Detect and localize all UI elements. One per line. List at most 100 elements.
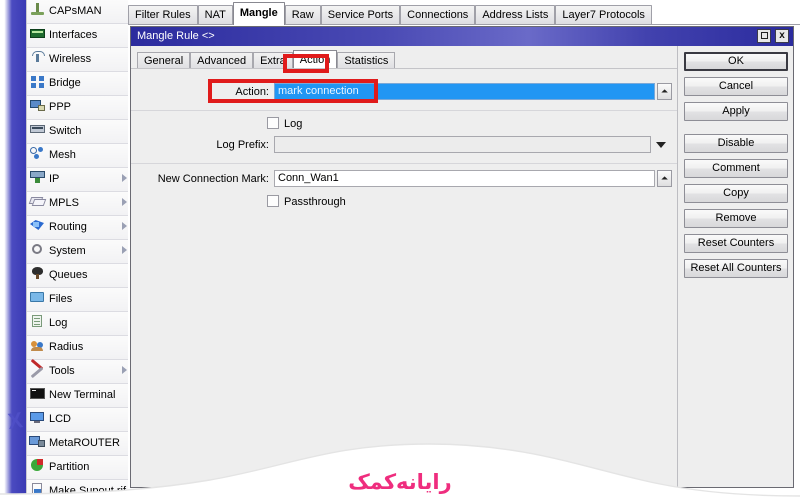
sidebar-item-system[interactable]: System [27, 240, 130, 264]
tab-filter-rules[interactable]: Filter Rules [128, 5, 198, 25]
radius-users-icon [29, 338, 46, 353]
section-divider [131, 110, 677, 111]
dialog-button-panel: OK Cancel Apply Disable Comment Copy Rem… [678, 46, 793, 487]
sidebar-item-label: IP [49, 173, 60, 185]
routing-icon [29, 218, 46, 233]
dialog-tab-bar: General Advanced Extra Action Statistics [137, 49, 396, 69]
tab-service-ports[interactable]: Service Ports [320, 5, 401, 25]
cancel-button[interactable]: Cancel [684, 77, 788, 96]
new-connection-mark-row: New Connection Mark: Conn_Wan1 ⏶ [131, 170, 677, 190]
tab-nat[interactable]: NAT [197, 5, 233, 25]
tab-address-lists[interactable]: Address Lists [475, 5, 556, 25]
passthrough-row: Passthrough [131, 194, 677, 210]
chevron-down-icon[interactable] [656, 142, 666, 148]
tab-general[interactable]: General [137, 52, 191, 69]
tab-mangle[interactable]: Mangle [232, 2, 285, 25]
sidebar-item-switch[interactable]: Switch [27, 120, 130, 144]
sidebar-item-log[interactable]: Log [27, 312, 130, 336]
ppp-icon [29, 98, 46, 113]
sidebar-item-mesh[interactable]: Mesh [27, 144, 130, 168]
log-row: Log [131, 116, 677, 132]
sidebar-item-routing[interactable]: Routing [27, 216, 130, 240]
reset-counters-button[interactable]: Reset Counters [684, 234, 788, 253]
comment-button[interactable]: Comment [684, 159, 788, 178]
action-row: Action: mark connection ⏶ [131, 83, 677, 103]
reset-all-counters-button[interactable]: Reset All Counters [684, 259, 788, 278]
chevron-right-icon [122, 174, 127, 182]
mangle-rule-dialog: Mangle Rule <> x General Advanced Extra … [130, 26, 794, 488]
chevron-right-icon [122, 366, 127, 374]
sidebar-menu: CAPsMAN Interfaces Wireless Bridge PPP S… [26, 0, 130, 500]
sidebar-item-partition[interactable]: Partition [27, 456, 130, 480]
sidebar-item-interfaces[interactable]: Interfaces [27, 24, 130, 48]
sidebar-item-make-supout[interactable]: Make Supout.rif [27, 480, 130, 500]
ok-button[interactable]: OK [684, 52, 788, 71]
tab-extra[interactable]: Extra [253, 52, 293, 69]
supout-file-icon [29, 482, 46, 497]
passthrough-checkbox[interactable] [267, 195, 279, 207]
sidebar-item-label: Switch [49, 125, 82, 137]
main-area: Filter Rules NAT Mangle Raw Service Port… [128, 0, 800, 500]
queues-tree-icon [29, 266, 46, 281]
sidebar-item-label: Bridge [49, 77, 81, 89]
dialog-titlebar[interactable]: Mangle Rule <> x [131, 27, 793, 46]
log-checkbox[interactable] [267, 117, 279, 129]
sidebar-item-new-terminal[interactable]: New Terminal [27, 384, 130, 408]
copy-button[interactable]: Copy [684, 184, 788, 203]
mesh-icon [29, 146, 46, 161]
interfaces-icon [29, 26, 46, 41]
remove-button[interactable]: Remove [684, 209, 788, 228]
close-icon[interactable]: x [775, 29, 789, 43]
new-connection-mark-value: Conn_Wan1 [278, 172, 339, 184]
sidebar-item-tools[interactable]: Tools [27, 358, 130, 384]
apply-button[interactable]: Apply [684, 102, 788, 121]
dialog-body: General Advanced Extra Action Statistics… [131, 46, 793, 487]
sidebar-item-label: Queues [49, 269, 88, 281]
tab-statistics[interactable]: Statistics [337, 52, 396, 69]
log-label: Log [284, 118, 303, 130]
sidebar-item-label: Routing [49, 221, 87, 233]
firewall-tab-bar: Filter Rules NAT Mangle Raw Service Port… [128, 0, 800, 25]
tab-raw[interactable]: Raw [284, 5, 321, 25]
sidebar-item-label: Tools [49, 365, 75, 377]
sidebar-item-label: Make Supout.rif [49, 485, 127, 497]
log-prefix-input[interactable] [274, 136, 651, 153]
switch-icon [29, 122, 46, 137]
sidebar-item-label: Interfaces [49, 29, 98, 41]
capsman-icon [29, 2, 46, 17]
sidebar-item-label: New Terminal [49, 389, 116, 401]
tab-layer7-protocols[interactable]: Layer7 Protocols [555, 5, 652, 25]
sidebar-item-radius[interactable]: Radius [27, 336, 130, 360]
restore-window-icon[interactable] [757, 29, 771, 43]
chevron-right-icon [122, 246, 127, 254]
sidebar-item-mpls[interactable]: MPLS [27, 192, 130, 216]
tab-action[interactable]: Action [292, 50, 338, 69]
action-input[interactable]: mark connection [274, 83, 655, 100]
new-connection-mark-input[interactable]: Conn_Wan1 [274, 170, 655, 187]
sidebar-item-capsman[interactable]: CAPsMAN [27, 0, 130, 24]
sidebar-item-bridge[interactable]: Bridge [27, 72, 130, 96]
new-connection-mark-spinner-icon[interactable]: ⏶ [657, 170, 672, 187]
sidebar-hide-handle[interactable]: X [6, 407, 24, 435]
sidebar-item-queues[interactable]: Queues [27, 264, 130, 288]
sidebar-item-ppp[interactable]: PPP [27, 96, 130, 120]
sidebar-item-label: Radius [49, 341, 84, 353]
sidebar-item-label: MetaROUTER [49, 437, 120, 449]
tab-connections[interactable]: Connections [400, 5, 476, 25]
action-spinner-icon[interactable]: ⏶ [657, 83, 672, 100]
tab-advanced[interactable]: Advanced [190, 52, 254, 69]
sidebar-item-wireless[interactable]: Wireless [27, 48, 130, 72]
folder-icon [29, 290, 46, 305]
sidebar-item-label: Partition [49, 461, 90, 473]
sidebar-item-ip[interactable]: IP [27, 168, 130, 192]
sidebar-item-files[interactable]: Files [27, 288, 130, 312]
log-prefix-label: Log Prefix: [216, 139, 269, 151]
sidebar-item-lcd[interactable]: LCD [27, 408, 130, 432]
mpls-icon [28, 194, 47, 209]
ip-icon [29, 170, 46, 185]
sidebar-item-label: System [49, 245, 86, 257]
sidebar-item-metarouter[interactable]: MetaROUTER [27, 432, 130, 456]
sidebar-item-label: Log [49, 317, 68, 329]
disable-button[interactable]: Disable [684, 134, 788, 153]
sidebar-item-label: CAPsMAN [49, 5, 102, 17]
